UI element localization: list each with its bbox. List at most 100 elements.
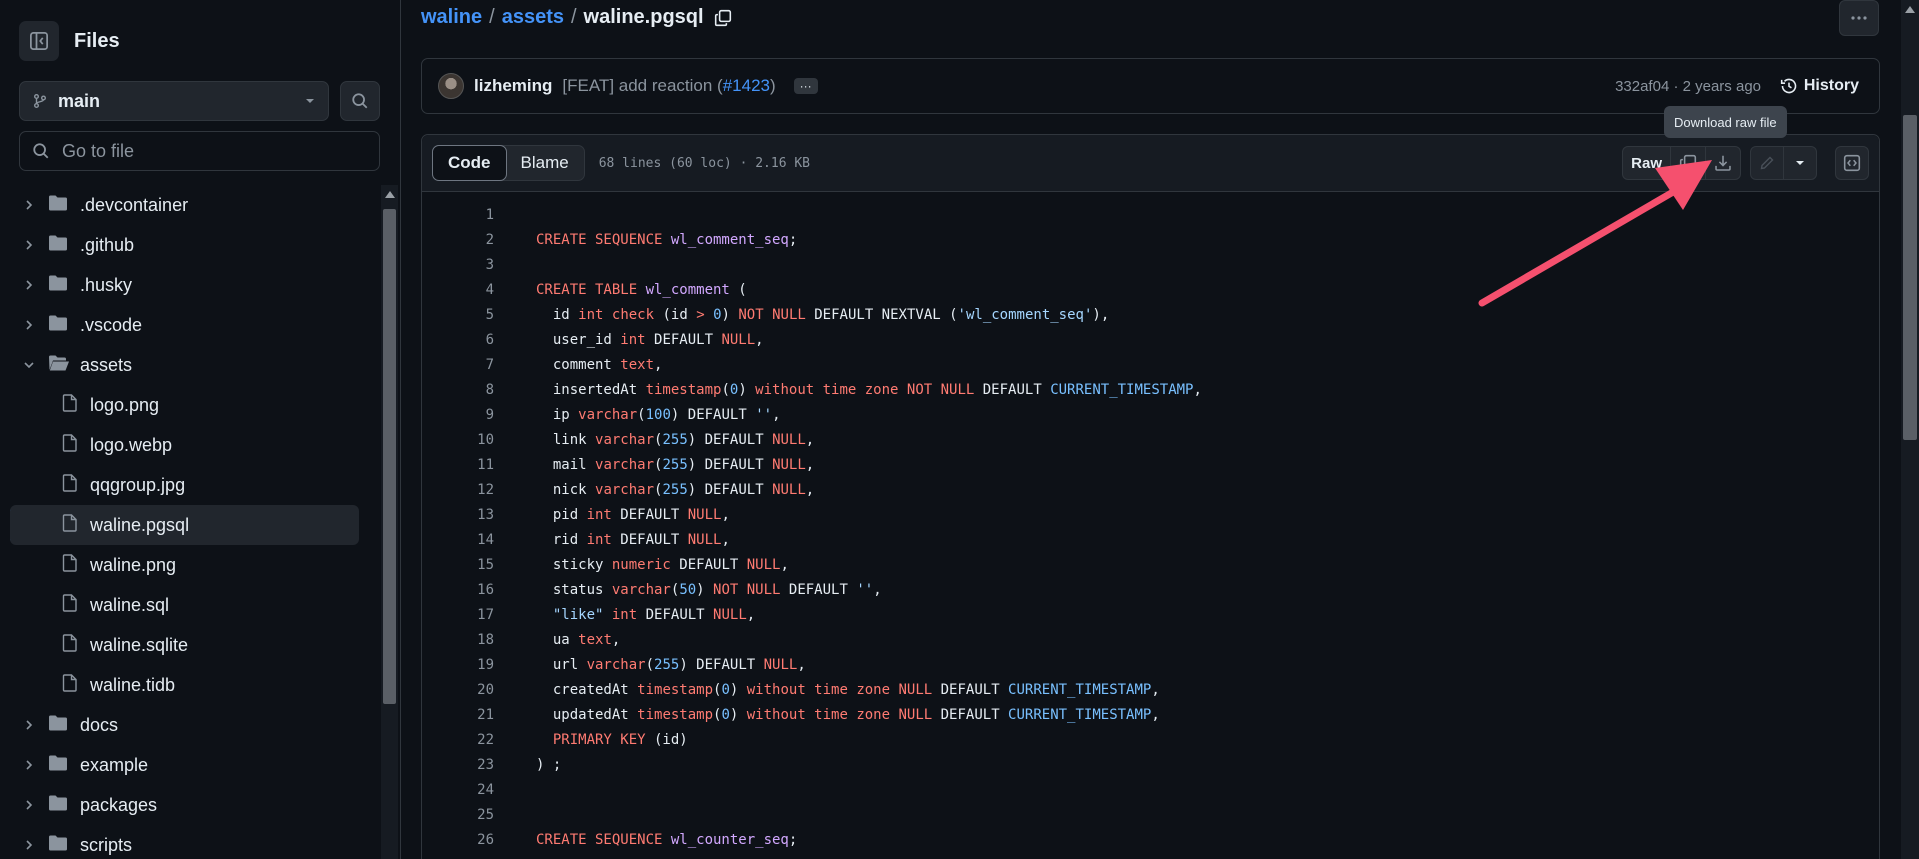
commit-hash-age[interactable]: 332af04 · 2 years ago (1615, 78, 1761, 95)
page-scrollbar-thumb[interactable] (1903, 115, 1917, 440)
tree-folder-github[interactable]: .github (0, 225, 380, 265)
line-number[interactable]: 21 (422, 707, 494, 723)
code-line[interactable]: 13 pid int DEFAULT NULL, (422, 502, 1879, 527)
code-line[interactable]: 18 ua text, (422, 627, 1879, 652)
code-view[interactable]: 1 2 CREATE SEQUENCE wl_comment_seq; 3 4 CREAT… (422, 202, 1879, 852)
line-number[interactable]: 1 (422, 207, 494, 223)
code-line[interactable]: 17 "like" int DEFAULT NULL, (422, 602, 1879, 627)
code-line[interactable]: 10 link varchar(255) DEFAULT NULL, (422, 427, 1879, 452)
raw-button[interactable]: Raw (1623, 147, 1671, 179)
line-number[interactable]: 24 (422, 782, 494, 798)
download-raw-button[interactable] (1706, 147, 1740, 179)
tree-file-waline-tidb[interactable]: waline.tidb (0, 665, 380, 705)
tree-file-waline-pgsql[interactable]: waline.pgsql (10, 505, 359, 545)
line-number[interactable]: 12 (422, 482, 494, 498)
chevron-right-icon[interactable] (23, 279, 35, 291)
code-line[interactable]: 15 sticky numeric DEFAULT NULL, (422, 552, 1879, 577)
tree-file-logo-webp[interactable]: logo.webp (0, 425, 380, 465)
line-number[interactable]: 17 (422, 607, 494, 623)
tree-folder-devcontainer[interactable]: .devcontainer (0, 185, 380, 225)
collapse-sidebar-button[interactable] (19, 21, 59, 61)
tree-folder-scripts[interactable]: scripts (0, 825, 380, 859)
commit-author[interactable]: lizheming (474, 76, 552, 96)
history-button[interactable]: History (1780, 77, 1859, 95)
chevron-right-icon[interactable] (23, 799, 35, 811)
line-number[interactable]: 26 (422, 832, 494, 848)
code-line[interactable]: 2 CREATE SEQUENCE wl_comment_seq; (422, 227, 1879, 252)
code-line[interactable]: 20 createdAt timestamp(0) without time z… (422, 677, 1879, 702)
chevron-right-icon[interactable] (23, 199, 35, 211)
line-number[interactable]: 25 (422, 807, 494, 823)
chevron-right-icon[interactable] (23, 319, 35, 331)
line-number[interactable]: 3 (422, 257, 494, 273)
code-line[interactable]: 9 ip varchar(100) DEFAULT '', (422, 402, 1879, 427)
author-avatar[interactable] (438, 73, 464, 99)
commit-pr-link[interactable]: #1423 (723, 76, 770, 95)
tree-folder-example[interactable]: example (0, 745, 380, 785)
tab-blame[interactable]: Blame (506, 146, 584, 180)
tree-folder-docs[interactable]: docs (0, 705, 380, 745)
line-number[interactable]: 9 (422, 407, 494, 423)
line-number[interactable]: 7 (422, 357, 494, 373)
line-number[interactable]: 2 (422, 232, 494, 248)
edit-file-button[interactable] (1751, 147, 1784, 179)
copy-path-button[interactable] (714, 9, 732, 27)
code-line[interactable]: 5 id int check (id > 0) NOT NULL DEFAULT… (422, 302, 1879, 327)
sidebar-scrollbar-thumb[interactable] (383, 209, 396, 704)
code-line[interactable]: 14 rid int DEFAULT NULL, (422, 527, 1879, 552)
page-scrollbar[interactable] (1901, 0, 1919, 859)
code-line[interactable]: 16 status varchar(50) NOT NULL DEFAULT '… (422, 577, 1879, 602)
line-number[interactable]: 16 (422, 582, 494, 598)
symbols-panel-button[interactable] (1835, 146, 1869, 180)
code-line[interactable]: 12 nick varchar(255) DEFAULT NULL, (422, 477, 1879, 502)
code-line[interactable]: 21 updatedAt timestamp(0) without time z… (422, 702, 1879, 727)
tree-folder-vscode[interactable]: .vscode (0, 305, 380, 345)
code-line[interactable]: 1 (422, 202, 1879, 227)
line-number[interactable]: 23 (422, 757, 494, 773)
code-line[interactable]: 7 comment text, (422, 352, 1879, 377)
chevron-right-icon[interactable] (23, 239, 35, 251)
line-number[interactable]: 5 (422, 307, 494, 323)
tree-folder-assets[interactable]: assets (0, 345, 380, 385)
line-number[interactable]: 15 (422, 557, 494, 573)
sidebar-scrollbar[interactable] (381, 185, 398, 859)
code-line[interactable]: 23) ; (422, 752, 1879, 777)
code-line[interactable]: 4 CREATE TABLE wl_comment ( (422, 277, 1879, 302)
code-line[interactable]: 25 (422, 802, 1879, 827)
line-number[interactable]: 20 (422, 682, 494, 698)
code-line[interactable]: 8 insertedAt timestamp(0) without time z… (422, 377, 1879, 402)
line-number[interactable]: 22 (422, 732, 494, 748)
tree-file-waline-sql[interactable]: waline.sql (0, 585, 380, 625)
breadcrumb-dir-link[interactable]: assets (502, 6, 564, 29)
tree-folder-husky[interactable]: .husky (0, 265, 380, 305)
line-number[interactable]: 13 (422, 507, 494, 523)
code-line[interactable]: 26 CREATE SEQUENCE wl_counter_seq; (422, 827, 1879, 852)
commit-message[interactable]: [FEAT] add reaction (#1423) (562, 76, 775, 96)
edit-dropdown-button[interactable] (1784, 147, 1816, 179)
scroll-up-arrow-icon[interactable] (385, 191, 395, 198)
line-number[interactable]: 14 (422, 532, 494, 548)
tree-file-qqgroup-jpg[interactable]: qqgroup.jpg (0, 465, 380, 505)
chevron-right-icon[interactable] (23, 719, 35, 731)
line-number[interactable]: 11 (422, 457, 494, 473)
code-line[interactable]: 19 url varchar(255) DEFAULT NULL, (422, 652, 1879, 677)
line-number[interactable]: 19 (422, 657, 494, 673)
code-line[interactable]: 24 (422, 777, 1879, 802)
scroll-up-arrow-icon[interactable] (1905, 6, 1915, 13)
code-line[interactable]: 22 PRIMARY KEY (id) (422, 727, 1879, 752)
tab-code[interactable]: Code (432, 145, 507, 181)
copy-raw-button[interactable] (1671, 147, 1706, 179)
breadcrumb-repo-link[interactable]: waline (421, 6, 482, 29)
line-number[interactable]: 10 (422, 432, 494, 448)
tree-file-waline-png[interactable]: waline.png (0, 545, 380, 585)
line-number[interactable]: 6 (422, 332, 494, 348)
branch-selector[interactable]: main (19, 81, 329, 121)
chevron-down-icon[interactable] (23, 359, 35, 371)
chevron-right-icon[interactable] (23, 839, 35, 851)
tree-file-waline-sqlite[interactable]: waline.sqlite (0, 625, 380, 665)
go-to-file-input[interactable]: Go to file (19, 131, 380, 171)
line-number[interactable]: 18 (422, 632, 494, 648)
line-number[interactable]: 8 (422, 382, 494, 398)
search-files-button[interactable] (340, 81, 380, 121)
chevron-right-icon[interactable] (23, 759, 35, 771)
